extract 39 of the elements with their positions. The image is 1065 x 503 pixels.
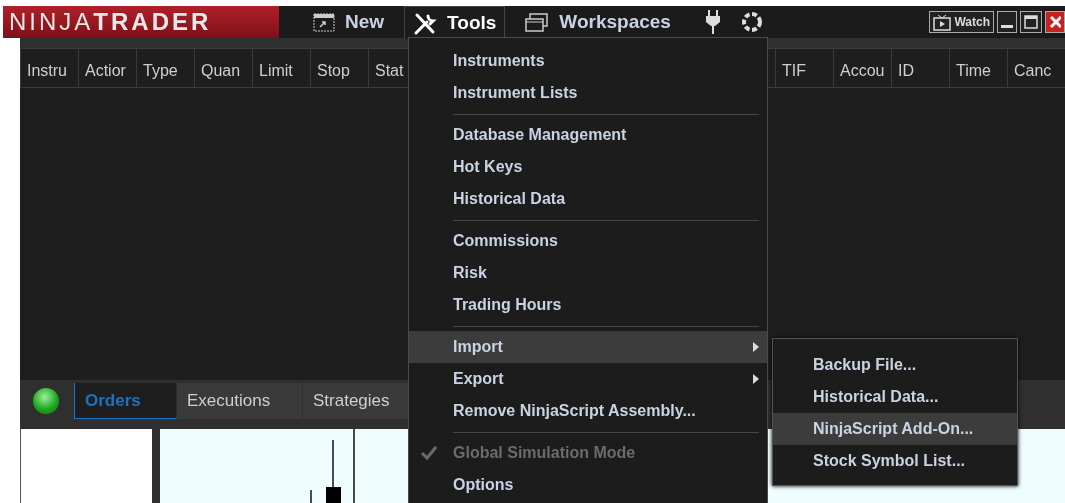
menu-item[interactable]: Historical Data...	[773, 381, 1017, 413]
column-header[interactable]: Canc	[1007, 49, 1065, 87]
column-header[interactable]: Limit	[252, 49, 310, 87]
minimize-button[interactable]	[997, 11, 1017, 33]
new-menu[interactable]: New	[305, 6, 393, 38]
column-header[interactable]: Accou	[833, 49, 891, 87]
maximize-button[interactable]	[1020, 11, 1042, 33]
menu-item[interactable]: NinjaScript Add-On...	[773, 413, 1017, 445]
menu-item[interactable]: Options	[409, 469, 767, 501]
column-header[interactable]: Quan	[194, 49, 252, 87]
logo: NINJATRADER	[3, 6, 279, 38]
close-button[interactable]	[1045, 11, 1065, 33]
menu-item[interactable]: Backup File...	[773, 349, 1017, 381]
menu-item[interactable]: Import	[409, 331, 767, 363]
column-header[interactable]: Instru	[20, 49, 78, 87]
tv-icon	[933, 13, 952, 31]
menu-item[interactable]: Hot Keys	[409, 151, 767, 183]
menu-item[interactable]: Trading Hours	[409, 289, 767, 321]
menu-item[interactable]: Stock Symbol List...	[773, 445, 1017, 477]
column-header[interactable]: Stop	[310, 49, 368, 87]
tab[interactable]: Executions	[177, 383, 303, 419]
column-header[interactable]: TIF	[775, 49, 833, 87]
column-header[interactable]: Actior	[78, 49, 136, 87]
menu-item[interactable]: Commissions	[409, 225, 767, 257]
menu-item[interactable]: Risk	[409, 257, 767, 289]
column-header[interactable]: ID	[891, 49, 949, 87]
watch-button[interactable]: Watch	[929, 11, 994, 33]
close-icon	[1049, 15, 1061, 29]
column-header[interactable]: Time	[949, 49, 1007, 87]
menu-item[interactable]: Database Management	[409, 119, 767, 151]
maximize-icon	[1024, 15, 1038, 29]
minimize-icon	[1001, 25, 1013, 28]
tools-menu[interactable]: Tools	[404, 6, 506, 39]
workspaces-menu[interactable]: Workspaces	[517, 6, 679, 38]
status-light-icon	[33, 388, 59, 414]
menu-item[interactable]: Historical Data	[409, 183, 767, 215]
column-header[interactable]: Type	[136, 49, 194, 87]
plug-icon[interactable]	[704, 10, 721, 34]
ring-icon[interactable]	[740, 11, 763, 33]
